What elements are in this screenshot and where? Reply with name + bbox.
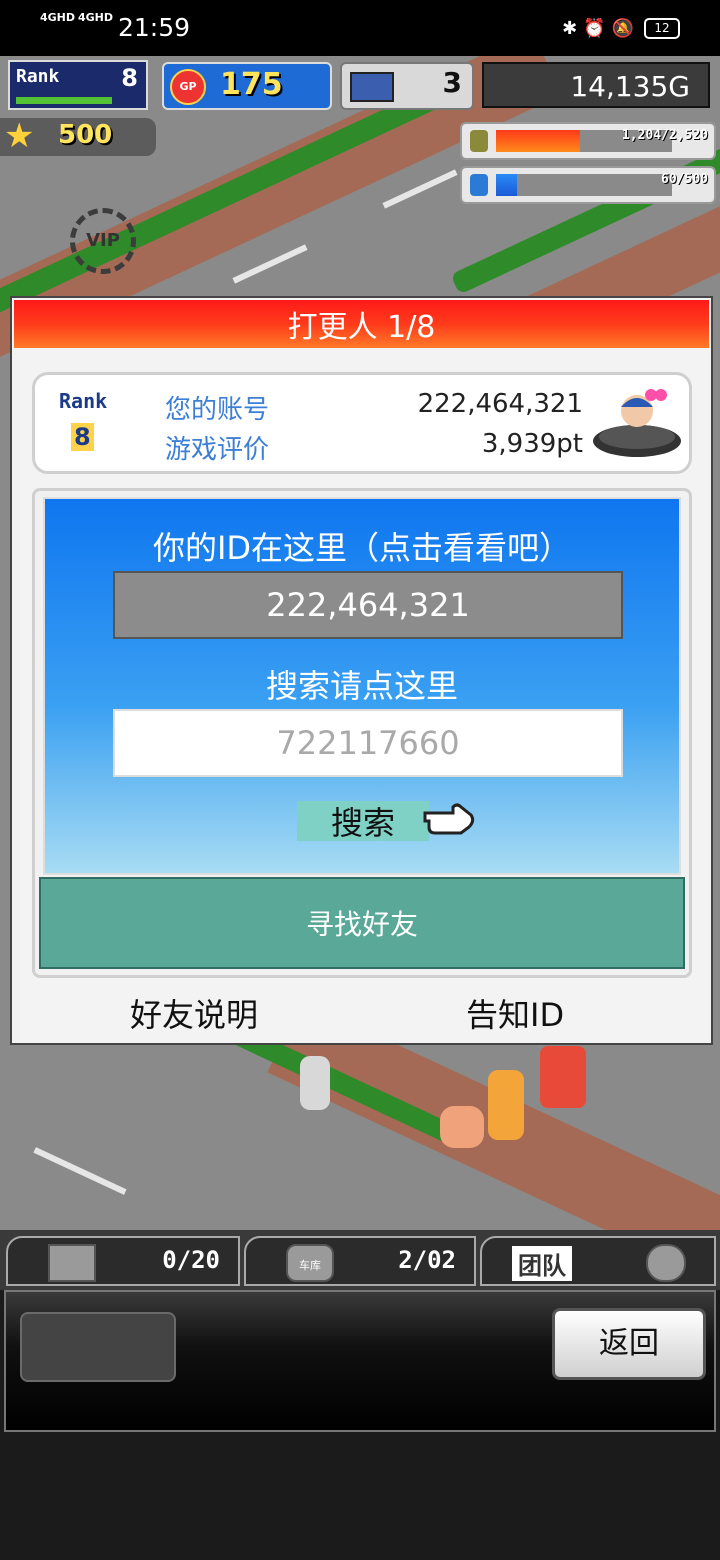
- clock: 21:59: [118, 13, 191, 42]
- dialog-title: 打更人 1/8: [14, 300, 709, 348]
- status-icons: ✱⏰🔕: [562, 18, 640, 39]
- rank-value: 8: [121, 64, 138, 92]
- road-marking: [33, 1147, 127, 1195]
- vip-badge-icon[interactable]: VIP: [70, 208, 136, 274]
- back-button[interactable]: 返回: [552, 1308, 706, 1380]
- tab-team[interactable]: 团队: [480, 1236, 716, 1286]
- id-panel: 你的ID在这里（点击看看吧） 222,464,321 搜索请点这里 搜索 寻找好…: [32, 488, 692, 978]
- cat-character: [488, 1070, 524, 1140]
- computer-counter[interactable]: 3: [340, 62, 474, 110]
- kid-character: [540, 1046, 586, 1108]
- pointing-hand-icon: [423, 803, 475, 835]
- signal-icon-2: 4GHD: [78, 11, 114, 24]
- tab-garage[interactable]: 车库 2/02: [244, 1236, 476, 1286]
- rank-progress-bar: [16, 97, 112, 104]
- star-icon: ★: [4, 116, 35, 156]
- road-marking: [382, 169, 458, 209]
- card-rank-label: Rank: [59, 389, 108, 413]
- team-member-icon: [646, 1244, 686, 1282]
- computer-icon: [350, 72, 394, 102]
- search-heading: 搜索请点这里: [265, 667, 458, 705]
- coin-stack-icon: [470, 130, 488, 152]
- friend-id-search-input[interactable]: [113, 709, 623, 777]
- account-value: 222,464,321: [417, 389, 583, 419]
- rank-label: Rank: [16, 66, 60, 87]
- computer-count: 3: [442, 66, 462, 99]
- star-value: 500: [58, 120, 113, 150]
- fuel-resource-text: 60/500: [661, 172, 708, 187]
- rank-display: Rank 8: [8, 60, 148, 110]
- friend-dialog: 打更人 1/8 Rank 8 您的账号 222,464,321 游戏评价 3,9…: [10, 296, 713, 1045]
- gp-value: 175: [220, 67, 283, 102]
- resource-track: [496, 174, 672, 196]
- rating-label: 游戏评价: [165, 435, 270, 465]
- money-display: 14,135G: [482, 62, 710, 108]
- find-friends-button[interactable]: 寻找好友: [39, 877, 685, 969]
- rating-value: 3,939pt: [481, 429, 583, 459]
- status-bar: 4GHD 4GHD 21:59 ✱⏰🔕 12: [0, 0, 720, 56]
- tell-id-link[interactable]: 告知ID: [466, 990, 564, 1036]
- pedestrian: [300, 1056, 330, 1110]
- signal-icon-1: 4GHD: [40, 11, 76, 24]
- fuel-tank-icon: [470, 174, 488, 196]
- resource-fill: [496, 174, 518, 196]
- car-avatar-icon: [593, 389, 681, 457]
- team-label: 团队: [512, 1246, 572, 1281]
- gp-display[interactable]: GP 175: [162, 62, 332, 110]
- fuel-resource-bar: 60/500: [460, 166, 716, 204]
- empty-slot[interactable]: [20, 1312, 176, 1382]
- coin-resource-text: 1,204/2,520: [621, 128, 708, 143]
- id-heading[interactable]: 你的ID在这里（点击看看吧）: [45, 523, 679, 569]
- garage-icon: 车库: [286, 1244, 334, 1282]
- gp-coin-icon: GP: [170, 69, 206, 105]
- crate-icon: [48, 1244, 96, 1282]
- bottom-tabs: 0/20 车库 2/02 团队: [0, 1230, 720, 1290]
- road-marking: [232, 244, 308, 284]
- battery-icon: 12: [644, 18, 680, 39]
- garage-count: 2/02: [398, 1246, 456, 1274]
- card-rank-value: 8: [71, 423, 94, 451]
- pig-character: [440, 1106, 484, 1148]
- items-count: 0/20: [162, 1246, 220, 1274]
- tab-items[interactable]: 0/20: [6, 1236, 240, 1286]
- friend-help-link[interactable]: 好友说明: [130, 990, 258, 1036]
- id-search-area: 你的ID在这里（点击看看吧） 222,464,321 搜索请点这里 搜索: [43, 497, 681, 875]
- resource-fill: [496, 130, 581, 152]
- system-nav-bar: [0, 1432, 720, 1560]
- star-points: ★ 500: [0, 116, 156, 156]
- search-button[interactable]: 搜索: [297, 801, 429, 842]
- coin-resource-bar: 1,204/2,520: [460, 122, 716, 160]
- profile-card: Rank 8 您的账号 222,464,321 游戏评价 3,939pt: [32, 372, 692, 474]
- bottom-panel: 返回: [4, 1290, 716, 1432]
- my-id-box[interactable]: 222,464,321: [113, 571, 623, 639]
- account-label: 您的账号: [165, 395, 270, 425]
